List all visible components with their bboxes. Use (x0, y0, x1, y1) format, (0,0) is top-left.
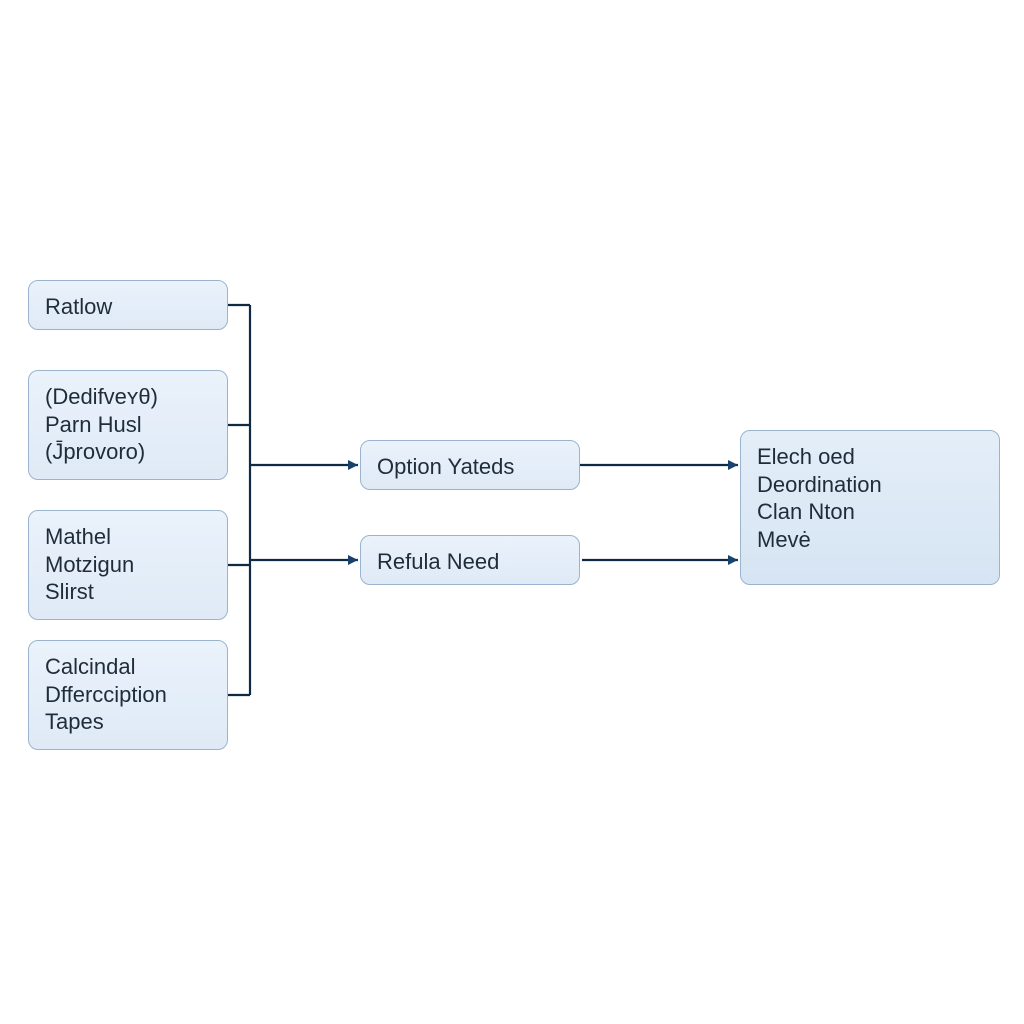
node-elech: Elech oed Deordination Clan Nton Mevė (740, 430, 1000, 585)
node-refula-need: Refula Need (360, 535, 580, 585)
node-dedifve: (Dedifveʏθ) Parn Husl (J̄provoro) (28, 370, 228, 480)
node-mathel: Mathel Motzigun Slirst (28, 510, 228, 620)
node-option-yateds: Option Yateds (360, 440, 580, 490)
diagram-canvas: Ratlow (Dedifveʏθ) Parn Husl (J̄provoro)… (0, 0, 1024, 1024)
node-ratlow: Ratlow (28, 280, 228, 330)
node-calcindal: Calcindal Dffercciption Tapes (28, 640, 228, 750)
